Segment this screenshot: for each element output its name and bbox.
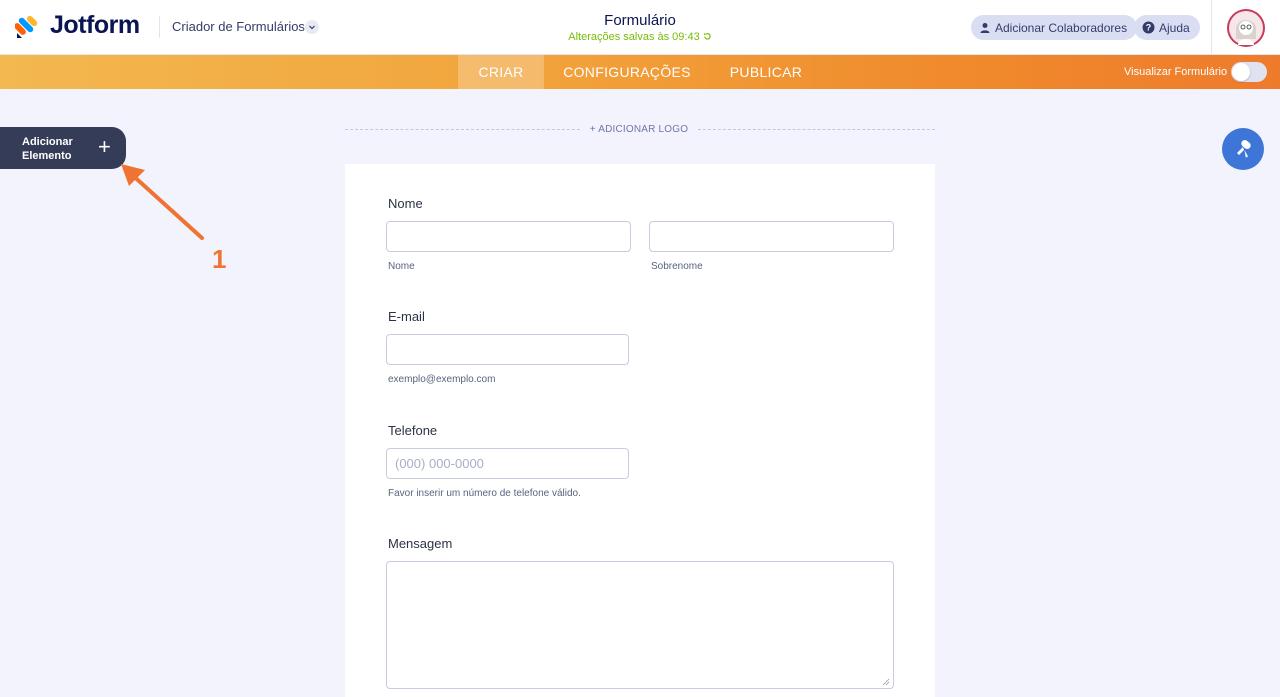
phone-sublabel: Favor inserir um número de telefone váli… xyxy=(388,488,581,499)
email-sublabel: exemplo@exemplo.com xyxy=(388,374,496,385)
add-element-label: Adicionar Elemento xyxy=(22,135,82,163)
tab-create[interactable]: CRIAR xyxy=(458,55,544,89)
resize-handle-icon[interactable] xyxy=(882,678,890,686)
annotation-number: 1 xyxy=(212,244,227,274)
form-designer-button[interactable] xyxy=(1222,128,1264,170)
brand-name[interactable]: Jotform xyxy=(50,11,140,40)
tab-publish[interactable]: PUBLICAR xyxy=(720,55,812,89)
top-bar: Jotform Criador de Formulários Formulári… xyxy=(0,0,1280,55)
user-avatar[interactable] xyxy=(1227,9,1265,47)
save-status: Alterações salvas às 09:43 xyxy=(540,31,740,43)
save-status-text: Alterações salvas às 09:43 xyxy=(568,31,700,43)
add-collaborators-label: Adicionar Colaboradores xyxy=(995,20,1128,35)
tab-settings[interactable]: CONFIGURAÇÕES xyxy=(556,55,698,89)
add-element-label-line1: Adicionar xyxy=(22,136,73,148)
phone-input[interactable] xyxy=(386,448,629,479)
email-label: E-mail xyxy=(388,309,425,324)
add-collaborators-button[interactable]: Adicionar Colaboradores xyxy=(971,15,1138,40)
help-label: Ajuda xyxy=(1159,20,1190,35)
divider xyxy=(345,129,580,130)
message-textarea[interactable] xyxy=(386,561,894,689)
jotform-logo-icon[interactable] xyxy=(15,13,41,39)
email-input[interactable] xyxy=(386,334,629,365)
help-button[interactable]: ? Ajuda xyxy=(1134,15,1200,40)
form-card: Nome Nome Sobrenome E-mail exemplo@exemp… xyxy=(345,164,935,697)
message-label: Mensagem xyxy=(388,536,453,551)
first-name-sublabel: Nome xyxy=(388,261,415,272)
preview-form-toggle[interactable] xyxy=(1231,62,1267,82)
divider xyxy=(159,16,160,38)
form-title[interactable]: Formulário xyxy=(540,12,740,29)
svg-text:?: ? xyxy=(1146,23,1152,33)
main-nav: CRIAR CONFIGURAÇÕES PUBLICAR Visualizar … xyxy=(0,55,1280,89)
name-label: Nome xyxy=(388,196,423,211)
preview-form-label: Visualizar Formulário xyxy=(1124,66,1228,78)
last-name-input[interactable] xyxy=(649,221,894,252)
add-element-label-line2: Elemento xyxy=(22,150,72,162)
question-icon: ? xyxy=(1142,21,1155,34)
refresh-icon[interactable] xyxy=(703,32,712,41)
divider xyxy=(698,129,935,130)
phone-label: Telefone xyxy=(388,423,438,438)
builder-menu-label[interactable]: Criador de Formulários xyxy=(172,19,305,34)
add-logo-button[interactable]: + ADICIONAR LOGO xyxy=(580,124,698,135)
plus-icon: + xyxy=(98,134,111,159)
toggle-knob xyxy=(1232,63,1250,81)
last-name-sublabel: Sobrenome xyxy=(651,261,703,272)
paint-roller-icon xyxy=(1237,140,1251,158)
user-icon xyxy=(980,22,990,33)
chevron-down-icon[interactable] xyxy=(305,20,319,34)
add-element-button[interactable]: Adicionar Elemento + xyxy=(0,127,126,169)
annotation-arrow xyxy=(121,164,204,240)
first-name-input[interactable] xyxy=(386,221,631,252)
divider xyxy=(1211,0,1212,55)
